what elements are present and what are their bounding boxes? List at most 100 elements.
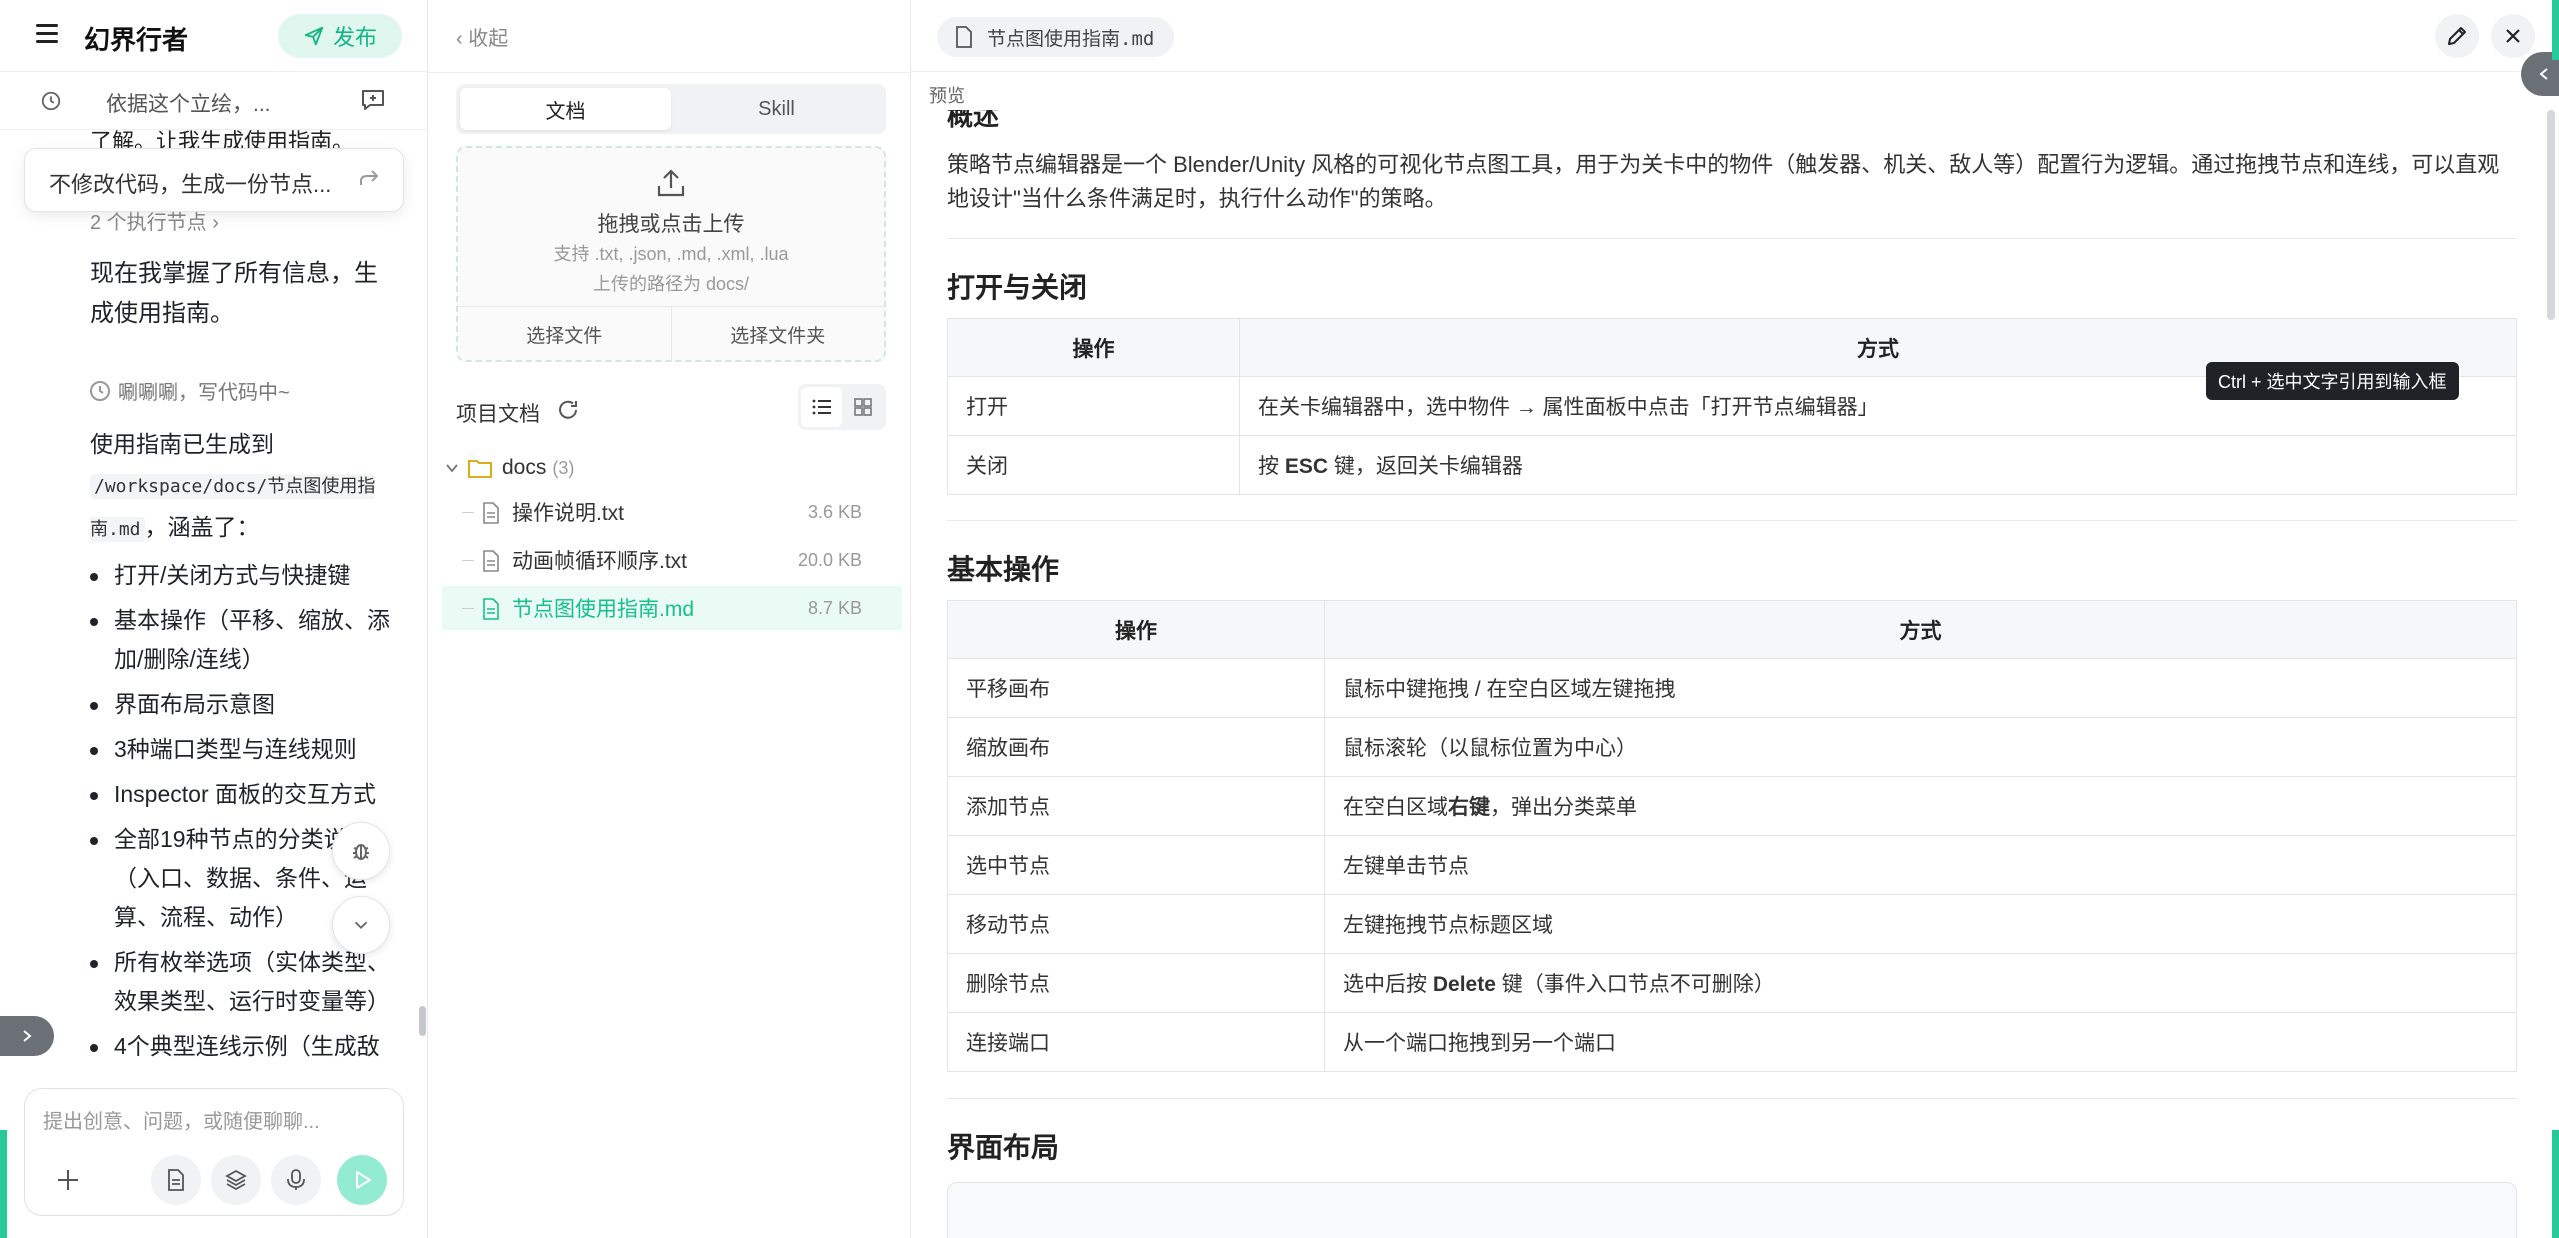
layers-button[interactable] [211, 1155, 261, 1205]
edit-button[interactable] [2435, 14, 2479, 58]
column-header: 操作 [947, 318, 1240, 377]
layout-diagram-block [947, 1182, 2517, 1238]
table-row: 添加节点 在空白区域右键，弹出分类菜单 [947, 776, 2517, 836]
play-icon [356, 1171, 371, 1189]
chat-scrollbar[interactable] [419, 136, 426, 1066]
upload-dropzone[interactable]: 拖拽或点击上传 支持 .txt, .json, .md, .xml, .lua … [456, 146, 886, 362]
send-icon [304, 26, 324, 46]
publish-label: 发布 [332, 25, 377, 50]
file-panel: ‹ 收起 文档 Skill 拖拽或点击上传 支持 .txt, .json, .m… [428, 0, 911, 1238]
project-docs-title: 项目文档 [456, 403, 540, 426]
divider [947, 1098, 2517, 1099]
document-scrollbar[interactable] [2547, 110, 2555, 320]
file-name: 节点图使用指南.md [512, 598, 695, 621]
pencil-icon [2448, 27, 2466, 45]
column-header: 方式 [1324, 600, 2517, 659]
list-icon [812, 399, 831, 415]
table-row: 缩放画布 鼠标滚轮（以鼠标位置为中心） [947, 717, 2517, 777]
quote-card[interactable]: 不修改代码，生成一份节点... [24, 148, 404, 212]
tab-docs[interactable]: 文档 [460, 88, 671, 130]
assistant-message: 现在我掌握了所有信息，生成使用指南。 [90, 260, 378, 327]
divider [947, 520, 2517, 521]
section-heading: 界面布局 [947, 1132, 1060, 1163]
accent-bar-right-bottom [2552, 1130, 2559, 1238]
table-cell: 鼠标滚轮（以鼠标位置为中心） [1324, 717, 2517, 777]
scroll-down-button[interactable] [332, 896, 390, 954]
file-icon [956, 26, 972, 48]
table-cell: 删除节点 [947, 953, 1325, 1013]
file-size: 8.7 KB [807, 597, 862, 618]
file-icon [483, 598, 499, 620]
expand-sidebar-button[interactable] [0, 1016, 54, 1056]
collapse-link[interactable]: ‹ 收起 [456, 22, 508, 51]
table-cell: 从一个端口拖拽到另一个端口 [1324, 1012, 2517, 1072]
table-cell: 添加节点 [947, 776, 1325, 836]
assistant-message-result: 使用指南已生成到 /workspace/docs/节点图使用指南.md ，涵盖了： [90, 424, 395, 550]
send-button[interactable] [337, 1155, 387, 1205]
microphone-button[interactable] [271, 1155, 321, 1205]
basic-ops-table: 操作 方式 平移画布 鼠标中键拖拽 / 在空白区域左键拖拽 缩放画布 鼠标滚轮（… [947, 600, 2517, 1072]
section-heading: 打开与关闭 [947, 272, 1088, 303]
choose-folder-button[interactable]: 选择文件夹 [672, 307, 885, 362]
list-view-button[interactable] [801, 387, 842, 427]
upload-formats: 支持 .txt, .json, .md, .xml, .lua [553, 244, 789, 264]
file-icon [483, 550, 499, 572]
table-cell: 移动节点 [947, 894, 1325, 954]
upload-path: 上传的路径为 docs/ [592, 274, 750, 294]
close-icon [2506, 29, 2520, 43]
view-toggle [798, 384, 886, 430]
table-row: 选中节点 左键单击节点 [947, 835, 2517, 895]
history-icon[interactable] [40, 90, 62, 112]
folder-docs[interactable]: docs (3) [442, 450, 902, 486]
file-item[interactable]: 操作说明.txt 3.6 KB [442, 490, 902, 534]
divider [428, 72, 911, 73]
file-name: 动画帧循环顺序.txt [512, 550, 688, 573]
chevron-right-icon [23, 1030, 32, 1042]
folder-icon [468, 460, 492, 478]
markdown-document: 概述 策略节点编辑器是一个 Blender/Unity 风格的可视化节点图工具，… [947, 110, 2517, 1238]
file-name: 操作说明.txt [512, 502, 625, 525]
list-item: 界面布局示意图 [90, 685, 400, 724]
open-close-table: 操作 方式 打开 在关卡编辑器中，选中物件 → 属性面板中点击「打开节点编辑器」… [947, 318, 2517, 495]
open-file-tab[interactable]: 节点图使用指南.md [937, 17, 1175, 57]
table-cell: 左键单击节点 [1324, 835, 2517, 895]
choose-file-button[interactable]: 选择文件 [458, 307, 672, 362]
intro-paragraph: 策略节点编辑器是一个 Blender/Unity 风格的可视化节点图工具，用于为… [947, 152, 2500, 211]
table-cell: 鼠标中键拖拽 / 在空白区域左键拖拽 [1324, 658, 2517, 718]
app-title: 幻界行者 [84, 25, 189, 55]
grid-view-button[interactable] [842, 387, 883, 427]
file-item[interactable]: 动画帧循环顺序.txt 20.0 KB [442, 538, 902, 582]
table-header-row: 操作 方式 [947, 600, 2517, 659]
chat-panel: 了解。让我生成使用指南。 2 个执行节点 › 现在我掌握了所有信息，生成使用指南… [0, 0, 428, 1238]
session-title[interactable]: 依据这个立绘，... [106, 88, 271, 118]
bug-report-button[interactable] [332, 822, 390, 880]
forward-arrow-icon[interactable] [357, 167, 381, 191]
quote-text: 不修改代码，生成一份节点... [49, 172, 332, 197]
document-button[interactable] [151, 1155, 201, 1205]
add-attachment-button[interactable] [43, 1155, 93, 1205]
table-cell: 关闭 [947, 435, 1240, 495]
refresh-icon[interactable] [556, 398, 580, 422]
file-item-selected[interactable]: 节点图使用指南.md 8.7 KB [442, 586, 902, 630]
status-text: 唰唰唰，写代码中~ [118, 382, 290, 404]
list-item: 基本操作（平移、缩放、添加/删除/连线） [90, 601, 400, 679]
table-cell: 缩放画布 [947, 717, 1325, 777]
table-row: 移动节点 左键拖拽节点标题区域 [947, 894, 2517, 954]
menu-icon[interactable] [36, 24, 58, 46]
preview-panel: 节点图使用指南.md 预览 概述 策略节点编辑器是一个 Blender/Unit… [911, 0, 2559, 1238]
result-prefix: 使用指南已生成到 [90, 431, 274, 457]
table-cell: 平移画布 [947, 658, 1325, 718]
list-item: Inspector 面板的交互方式 [90, 775, 400, 814]
table-cell: 连接端口 [947, 1012, 1325, 1072]
tab-skill[interactable]: Skill [671, 88, 882, 130]
grid-icon [853, 398, 872, 416]
chat-input[interactable] [43, 1107, 383, 1137]
preview-header: 节点图使用指南.md [911, 0, 2559, 72]
accent-bar-right-top [2552, 0, 2559, 60]
list-item: 打开/关闭方式与快捷键 [90, 556, 400, 595]
file-icon [483, 502, 499, 524]
upload-icon [657, 169, 685, 197]
close-button[interactable] [2491, 14, 2535, 58]
new-chat-icon[interactable] [360, 88, 386, 112]
publish-button[interactable]: 发布 [278, 14, 402, 58]
